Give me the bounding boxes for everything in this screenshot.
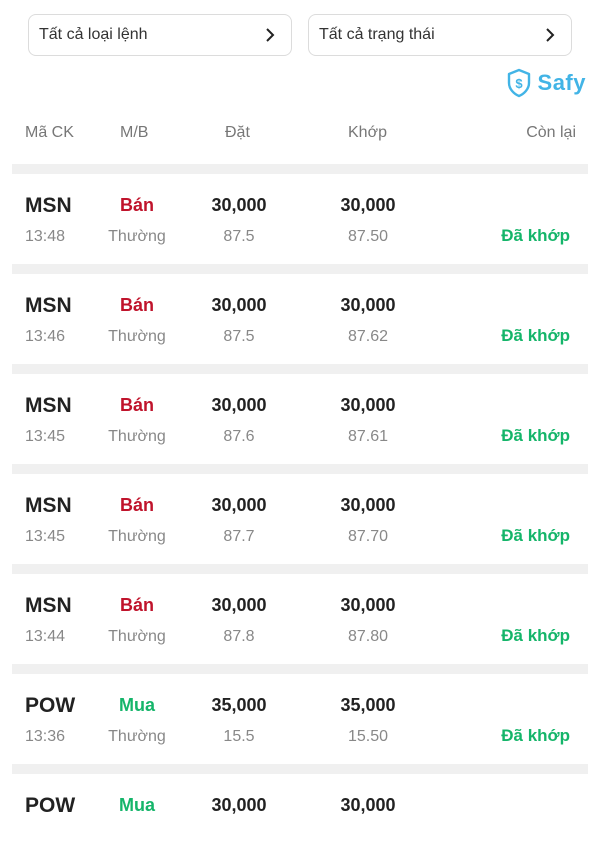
status-filter[interactable]: Tất cả trạng thái <box>308 14 572 56</box>
order-price: 87.5 <box>223 228 255 245</box>
order-price: 87.6 <box>223 428 255 445</box>
order-row[interactable]: POW 13:36 Mua Thường 35,000 15.5 35,000 15.50 Đã… <box>12 674 588 764</box>
order-time: 13:36 <box>25 728 66 745</box>
order-quantity: 30,000 <box>211 195 267 215</box>
matched-quantity: 30,000 <box>340 395 396 415</box>
order-price: 87.5 <box>223 328 255 345</box>
order-status: Đã khớp <box>501 426 570 445</box>
order-type: Thường <box>108 728 166 745</box>
row-separator <box>12 764 588 774</box>
row-separator <box>12 564 588 574</box>
order-time: 13:48 <box>25 228 66 245</box>
order-status: Đã khớp <box>501 526 570 545</box>
row-separator <box>12 364 588 374</box>
order-time: 13:45 <box>25 528 66 545</box>
order-type-filter[interactable]: Tất cả loại lệnh <box>28 14 292 56</box>
safy-brand[interactable]: $ Safy <box>506 66 586 100</box>
safy-logo-text: Safy <box>537 70 586 95</box>
matched-quantity: 30,000 <box>340 495 396 515</box>
matched-quantity: 30,000 <box>340 295 396 315</box>
order-type: Thường <box>108 628 166 645</box>
order-symbol: MSN <box>25 494 72 517</box>
order-symbol: MSN <box>25 394 72 417</box>
matched-price: 87.70 <box>347 528 389 545</box>
row-separator <box>12 264 588 274</box>
order-row[interactable]: MSN 13:48 Bán Thường 30,000 87.5 30,000 87.50 Đã… <box>12 174 588 264</box>
order-price: 87.7 <box>223 528 255 545</box>
col-order: Đặt <box>225 124 250 141</box>
order-side: Bán <box>119 195 154 215</box>
order-side: Bán <box>119 295 154 315</box>
order-side: Bán <box>119 495 154 515</box>
order-status: Đã khớp <box>501 226 570 245</box>
order-list: MSN 13:48 Bán Thường 30,000 87.5 30,000 87.50 Đã… <box>12 164 588 864</box>
matched-quantity: 30,000 <box>340 595 396 615</box>
order-quantity: 30,000 <box>211 395 267 415</box>
order-row[interactable]: MSN 13:44 Bán Thường 30,000 87.8 30,000 87.80 Đã… <box>12 574 588 664</box>
matched-quantity: 30,000 <box>340 795 396 815</box>
column-header: Mã CK M/B Đặt Khớp Còn lại <box>0 122 600 148</box>
order-side: Mua <box>119 695 155 715</box>
row-separator <box>12 464 588 474</box>
order-status: Đã khớp <box>501 726 570 745</box>
order-row[interactable]: POW Mua 30,000 30,000 <box>12 774 588 864</box>
order-quantity: 30,000 <box>211 495 267 515</box>
col-remaining: Còn lại <box>526 124 576 141</box>
filter-bar: Tất cả loại lệnh Tất cả trạng thái <box>28 14 572 56</box>
order-type: Thường <box>108 428 166 445</box>
order-side: Bán <box>119 595 154 615</box>
order-symbol: POW <box>25 794 76 817</box>
row-separator <box>12 164 588 174</box>
order-row[interactable]: MSN 13:45 Bán Thường 30,000 87.7 30,000 87.70 Đã… <box>12 474 588 564</box>
chevron-right-icon <box>266 28 275 42</box>
matched-price: 87.61 <box>347 428 389 445</box>
order-row[interactable]: MSN 13:45 Bán Thường 30,000 87.6 30,000 87.61 Đã… <box>12 374 588 464</box>
col-side: M/B <box>120 124 149 141</box>
order-type-filter-label: Tất cả loại lệnh <box>39 26 148 43</box>
order-price: 15.5 <box>223 728 255 745</box>
order-side: Bán <box>119 395 154 415</box>
svg-text:$: $ <box>515 76 523 91</box>
order-type: Thường <box>108 528 166 545</box>
order-quantity: 30,000 <box>211 595 267 615</box>
order-price: 87.8 <box>223 628 255 645</box>
order-symbol: POW <box>25 694 76 717</box>
order-type: Thường <box>108 328 166 345</box>
col-matched: Khớp <box>348 124 387 141</box>
shield-dollar-icon: $ <box>507 68 530 98</box>
matched-price: 87.62 <box>347 328 389 345</box>
matched-quantity: 30,000 <box>340 195 396 215</box>
col-symbol: Mã CK <box>25 124 74 141</box>
chevron-right-icon <box>546 28 555 42</box>
order-quantity: 30,000 <box>211 795 267 815</box>
matched-price: 87.80 <box>347 628 389 645</box>
order-side: Mua <box>119 795 155 815</box>
order-symbol: MSN <box>25 194 72 217</box>
order-symbol: MSN <box>25 294 72 317</box>
order-quantity: 30,000 <box>211 295 267 315</box>
status-filter-label: Tất cả trạng thái <box>319 26 435 43</box>
order-type: Thường <box>108 228 166 245</box>
order-status: Đã khớp <box>501 626 570 645</box>
order-status: Đã khớp <box>501 326 570 345</box>
matched-quantity: 35,000 <box>340 695 396 715</box>
order-quantity: 35,000 <box>211 695 267 715</box>
order-symbol: MSN <box>25 594 72 617</box>
matched-price: 87.50 <box>347 228 389 245</box>
row-separator <box>12 664 588 674</box>
order-time: 13:46 <box>25 328 66 345</box>
order-time: 13:45 <box>25 428 66 445</box>
order-row[interactable]: MSN 13:46 Bán Thường 30,000 87.5 30,000 87.62 Đã… <box>12 274 588 364</box>
order-time: 13:44 <box>25 628 66 645</box>
matched-price: 15.50 <box>347 728 389 745</box>
